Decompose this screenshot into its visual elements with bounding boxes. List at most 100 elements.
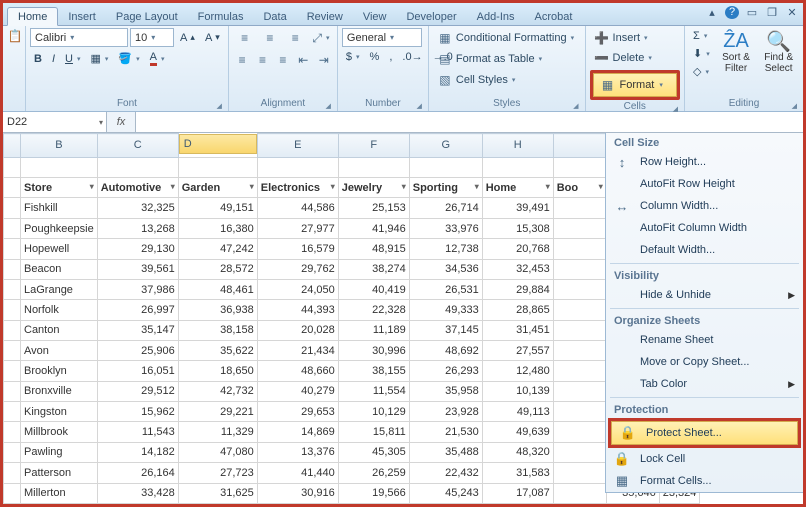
tab-formulas[interactable]: Formulas — [188, 8, 254, 25]
cell[interactable] — [553, 442, 606, 462]
cell[interactable]: Fishkill — [21, 198, 98, 218]
cell[interactable]: 17,087 — [482, 483, 553, 504]
align-center-button[interactable]: ≡ — [253, 50, 271, 70]
cell[interactable] — [553, 340, 606, 360]
cell[interactable] — [4, 463, 21, 483]
cell[interactable] — [4, 361, 21, 381]
cell[interactable]: 49,333 — [409, 300, 482, 320]
tab-insert[interactable]: Insert — [58, 8, 106, 25]
inc-decimal-button[interactable]: .0→ — [398, 49, 426, 65]
cell[interactable] — [4, 279, 21, 299]
cell[interactable]: 26,531 — [409, 279, 482, 299]
cell[interactable]: 16,051 — [97, 361, 178, 381]
cell[interactable]: 37,986 — [97, 279, 178, 299]
cell[interactable]: 19,566 — [338, 483, 409, 504]
col-header-E[interactable]: E — [257, 134, 338, 158]
cell[interactable] — [4, 442, 21, 462]
col-header-gutter[interactable] — [553, 134, 606, 158]
close-icon[interactable]: ✕ — [785, 6, 799, 19]
cell[interactable]: 48,461 — [178, 279, 257, 299]
fill-color-button[interactable]: 🪣▾ — [114, 50, 143, 67]
cell[interactable] — [553, 218, 606, 238]
cell[interactable] — [338, 157, 409, 177]
indent-inc-button[interactable]: ⇥ — [315, 50, 333, 70]
cell[interactable] — [482, 157, 553, 177]
font-family-select[interactable]: Calibri▾ — [30, 28, 128, 47]
header-cell[interactable]: Jewelry▾ — [338, 178, 409, 198]
fill-button[interactable]: ⬇▾ — [689, 45, 714, 62]
cell[interactable]: 10,139 — [482, 381, 553, 401]
shrink-font-button[interactable]: A▾ — [201, 30, 224, 46]
cell[interactable]: 35,958 — [409, 381, 482, 401]
cell[interactable]: 44,586 — [257, 198, 338, 218]
cell[interactable]: 48,692 — [409, 340, 482, 360]
cell[interactable]: 45,305 — [338, 442, 409, 462]
cell[interactable]: Brooklyn — [21, 361, 98, 381]
menu-protect-sheet[interactable]: 🔒Protect Sheet... — [611, 421, 798, 445]
header-cell[interactable]: Automotive▾ — [97, 178, 178, 198]
menu-move-copy-sheet[interactable]: Move or Copy Sheet... — [606, 351, 803, 373]
cell[interactable]: 15,811 — [338, 422, 409, 442]
cell[interactable]: 26,164 — [97, 463, 178, 483]
cell[interactable]: 11,329 — [178, 422, 257, 442]
col-header-D[interactable]: D — [179, 134, 257, 154]
cell[interactable]: 21,530 — [409, 422, 482, 442]
cell[interactable]: 22,328 — [338, 300, 409, 320]
cell[interactable]: 48,320 — [482, 442, 553, 462]
cell[interactable]: 30,916 — [257, 483, 338, 504]
cell[interactable]: Bronxville — [21, 381, 98, 401]
header-cell[interactable]: Store▾ — [21, 178, 98, 198]
cell[interactable] — [4, 198, 21, 218]
cell[interactable]: 31,583 — [482, 463, 553, 483]
cell[interactable]: 28,865 — [482, 300, 553, 320]
cell[interactable]: 49,639 — [482, 422, 553, 442]
cell[interactable]: 13,376 — [257, 442, 338, 462]
cell[interactable] — [553, 259, 606, 279]
delete-button[interactable]: ➖Delete▾ — [590, 48, 680, 68]
cell[interactable]: 32,325 — [97, 198, 178, 218]
cell[interactable]: 35,622 — [178, 340, 257, 360]
cell[interactable]: 49,151 — [178, 198, 257, 218]
filter-icon[interactable]: ▾ — [402, 182, 406, 191]
cell[interactable]: 27,557 — [482, 340, 553, 360]
cell[interactable]: 14,869 — [257, 422, 338, 442]
cell[interactable]: 11,543 — [97, 422, 178, 442]
orientation-button[interactable]: ⤢▾ — [309, 28, 333, 48]
filter-icon[interactable]: ▾ — [171, 182, 175, 191]
cell[interactable]: 30,996 — [338, 340, 409, 360]
cell[interactable]: 29,221 — [178, 402, 257, 422]
number-format-select[interactable]: General▾ — [342, 28, 422, 47]
underline-button[interactable]: U▾ — [61, 51, 84, 67]
cell[interactable] — [4, 320, 21, 340]
format-as-table-button[interactable]: ▤Format as Table▾ — [433, 49, 581, 69]
cell[interactable]: 25,906 — [97, 340, 178, 360]
cell[interactable]: 24,050 — [257, 279, 338, 299]
cell[interactable]: 39,561 — [97, 259, 178, 279]
cell[interactable]: 12,480 — [482, 361, 553, 381]
col-header-gutter[interactable] — [4, 134, 21, 158]
cell[interactable]: 38,155 — [338, 361, 409, 381]
col-header-B[interactable]: B — [21, 134, 98, 158]
cell[interactable]: 49,113 — [482, 402, 553, 422]
tab-page-layout[interactable]: Page Layout — [106, 8, 188, 25]
cell[interactable]: 33,428 — [97, 483, 178, 504]
cell[interactable] — [4, 340, 21, 360]
cell[interactable]: 20,028 — [257, 320, 338, 340]
cell[interactable]: Avon — [21, 340, 98, 360]
menu-lock-cell[interactable]: 🔒Lock Cell — [606, 448, 803, 470]
cell[interactable]: 39,491 — [482, 198, 553, 218]
currency-button[interactable]: $▾ — [342, 49, 364, 65]
italic-button[interactable]: I — [48, 51, 59, 67]
cell[interactable]: 10,129 — [338, 402, 409, 422]
conditional-formatting-button[interactable]: ▦Conditional Formatting▾ — [433, 28, 581, 48]
cell[interactable]: 48,660 — [257, 361, 338, 381]
percent-button[interactable]: % — [366, 49, 384, 65]
filter-icon[interactable]: ▾ — [546, 182, 550, 191]
fx-label[interactable]: fx — [107, 112, 136, 132]
cell[interactable]: 21,434 — [257, 340, 338, 360]
cell[interactable] — [553, 422, 606, 442]
cell[interactable] — [4, 422, 21, 442]
cell[interactable]: 18,650 — [178, 361, 257, 381]
insert-button[interactable]: ➕Insert▾ — [590, 28, 680, 48]
cell[interactable]: Millerton — [21, 483, 98, 504]
